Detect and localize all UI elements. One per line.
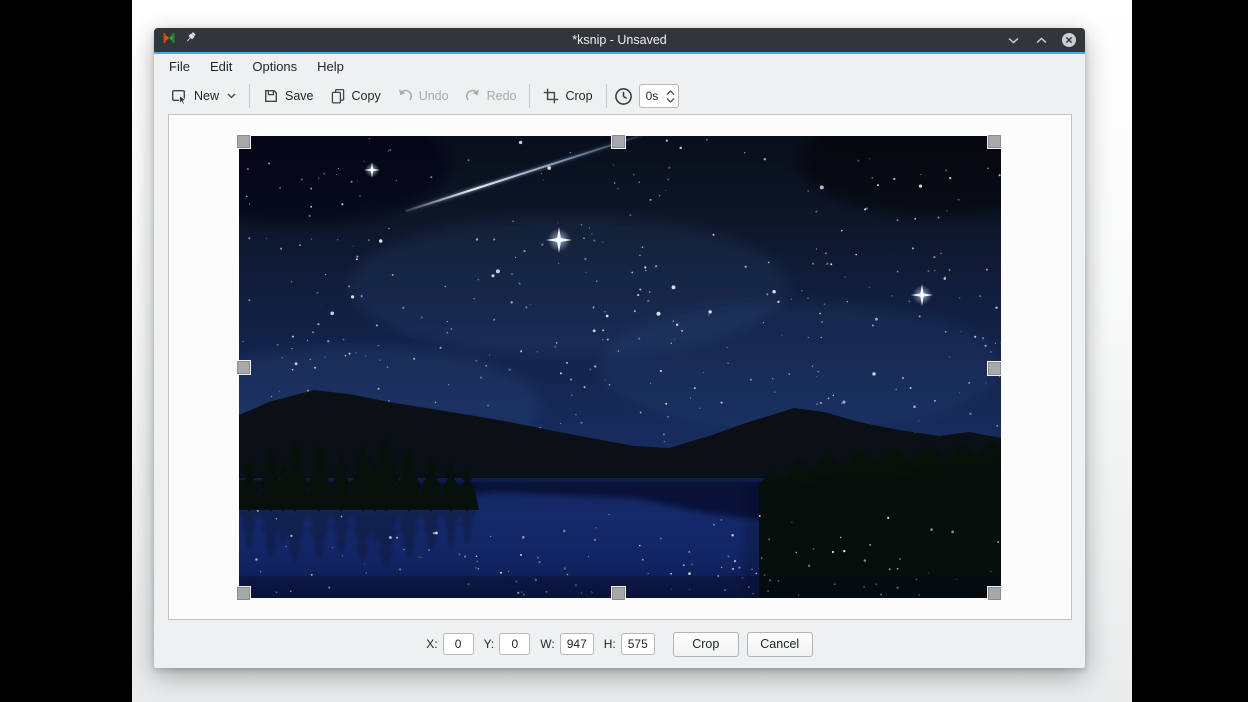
- x-input[interactable]: [443, 633, 474, 655]
- copy-button-label: Copy: [352, 89, 381, 103]
- desktop-background: *ksnip - Unsaved: [132, 0, 1132, 702]
- window-title: *ksnip - Unsaved: [154, 33, 1085, 47]
- w-input[interactable]: [560, 633, 594, 655]
- crop-handle-top-right[interactable]: [988, 135, 1001, 148]
- y-input[interactable]: [499, 633, 530, 655]
- redo-button[interactable]: Redo: [457, 82, 525, 110]
- crop-handle-top-left[interactable]: [237, 135, 250, 148]
- screenshot-image[interactable]: [239, 136, 1001, 598]
- delay-spinbox[interactable]: 0s: [639, 84, 679, 108]
- crop-handle-bottom-right[interactable]: [988, 587, 1001, 600]
- chevron-up-icon: [1036, 37, 1047, 44]
- y-label: Y:: [484, 637, 495, 651]
- save-button[interactable]: Save: [255, 82, 322, 110]
- crop-handle-middle-left[interactable]: [237, 361, 250, 374]
- new-button[interactable]: New: [163, 82, 244, 110]
- crop-handle-middle-right[interactable]: [988, 362, 1001, 375]
- ksnip-icon: [162, 31, 176, 50]
- maximize-button[interactable]: [1033, 32, 1049, 48]
- redo-button-label: Redo: [487, 89, 517, 103]
- new-screenshot-icon: [171, 88, 188, 105]
- close-icon: [1061, 32, 1077, 48]
- w-label: W:: [540, 637, 554, 651]
- titlebar[interactable]: *ksnip - Unsaved: [154, 28, 1085, 52]
- delay-value: 0s: [646, 89, 666, 103]
- undo-icon: [397, 88, 413, 104]
- crop-handle-top-middle[interactable]: [612, 135, 625, 148]
- h-label: H:: [604, 637, 616, 651]
- crop-tool-label: Crop: [565, 89, 592, 103]
- crop-confirm-button[interactable]: Crop: [673, 632, 739, 657]
- undo-button-label: Undo: [419, 89, 449, 103]
- spinner-down-button[interactable]: [666, 97, 675, 103]
- clock-icon: [614, 87, 633, 106]
- undo-button[interactable]: Undo: [389, 82, 457, 110]
- minimize-button[interactable]: [1005, 32, 1021, 48]
- new-button-label: New: [194, 89, 219, 103]
- toolbar-separator: [606, 84, 607, 108]
- chevron-down-icon: [227, 93, 236, 99]
- chevron-down-icon: [1008, 37, 1019, 44]
- menu-file[interactable]: File: [159, 56, 200, 77]
- toolbar: New Save: [154, 78, 1085, 114]
- crop-handle-bottom-middle[interactable]: [612, 587, 625, 600]
- spinner-up-button[interactable]: [666, 90, 675, 96]
- menu-help[interactable]: Help: [307, 56, 354, 77]
- new-dropdown-arrow[interactable]: [227, 93, 236, 99]
- cancel-button[interactable]: Cancel: [747, 632, 813, 657]
- toolbar-separator: [249, 84, 250, 108]
- menu-options[interactable]: Options: [242, 56, 307, 77]
- pin-icon: [184, 31, 197, 49]
- x-label: X:: [426, 637, 437, 651]
- crop-bar: X: Y: W: H: Crop Cancel: [154, 620, 1085, 668]
- redo-icon: [465, 88, 481, 104]
- screen: *ksnip - Unsaved: [0, 0, 1248, 702]
- save-button-label: Save: [285, 89, 314, 103]
- copy-button[interactable]: Copy: [322, 82, 389, 110]
- ksnip-window: *ksnip - Unsaved: [154, 28, 1085, 668]
- h-input[interactable]: [621, 633, 655, 655]
- crop-tool-button[interactable]: Crop: [535, 82, 600, 110]
- save-icon: [263, 88, 279, 104]
- crop-icon: [543, 88, 559, 104]
- copy-icon: [330, 88, 346, 104]
- menu-edit[interactable]: Edit: [200, 56, 242, 77]
- annotation-canvas[interactable]: [168, 114, 1072, 620]
- toolbar-separator: [529, 84, 530, 108]
- crop-handle-bottom-left[interactable]: [237, 587, 250, 600]
- delay-clock: [614, 87, 633, 106]
- menubar: File Edit Options Help: [154, 54, 1085, 78]
- close-button[interactable]: [1061, 32, 1077, 48]
